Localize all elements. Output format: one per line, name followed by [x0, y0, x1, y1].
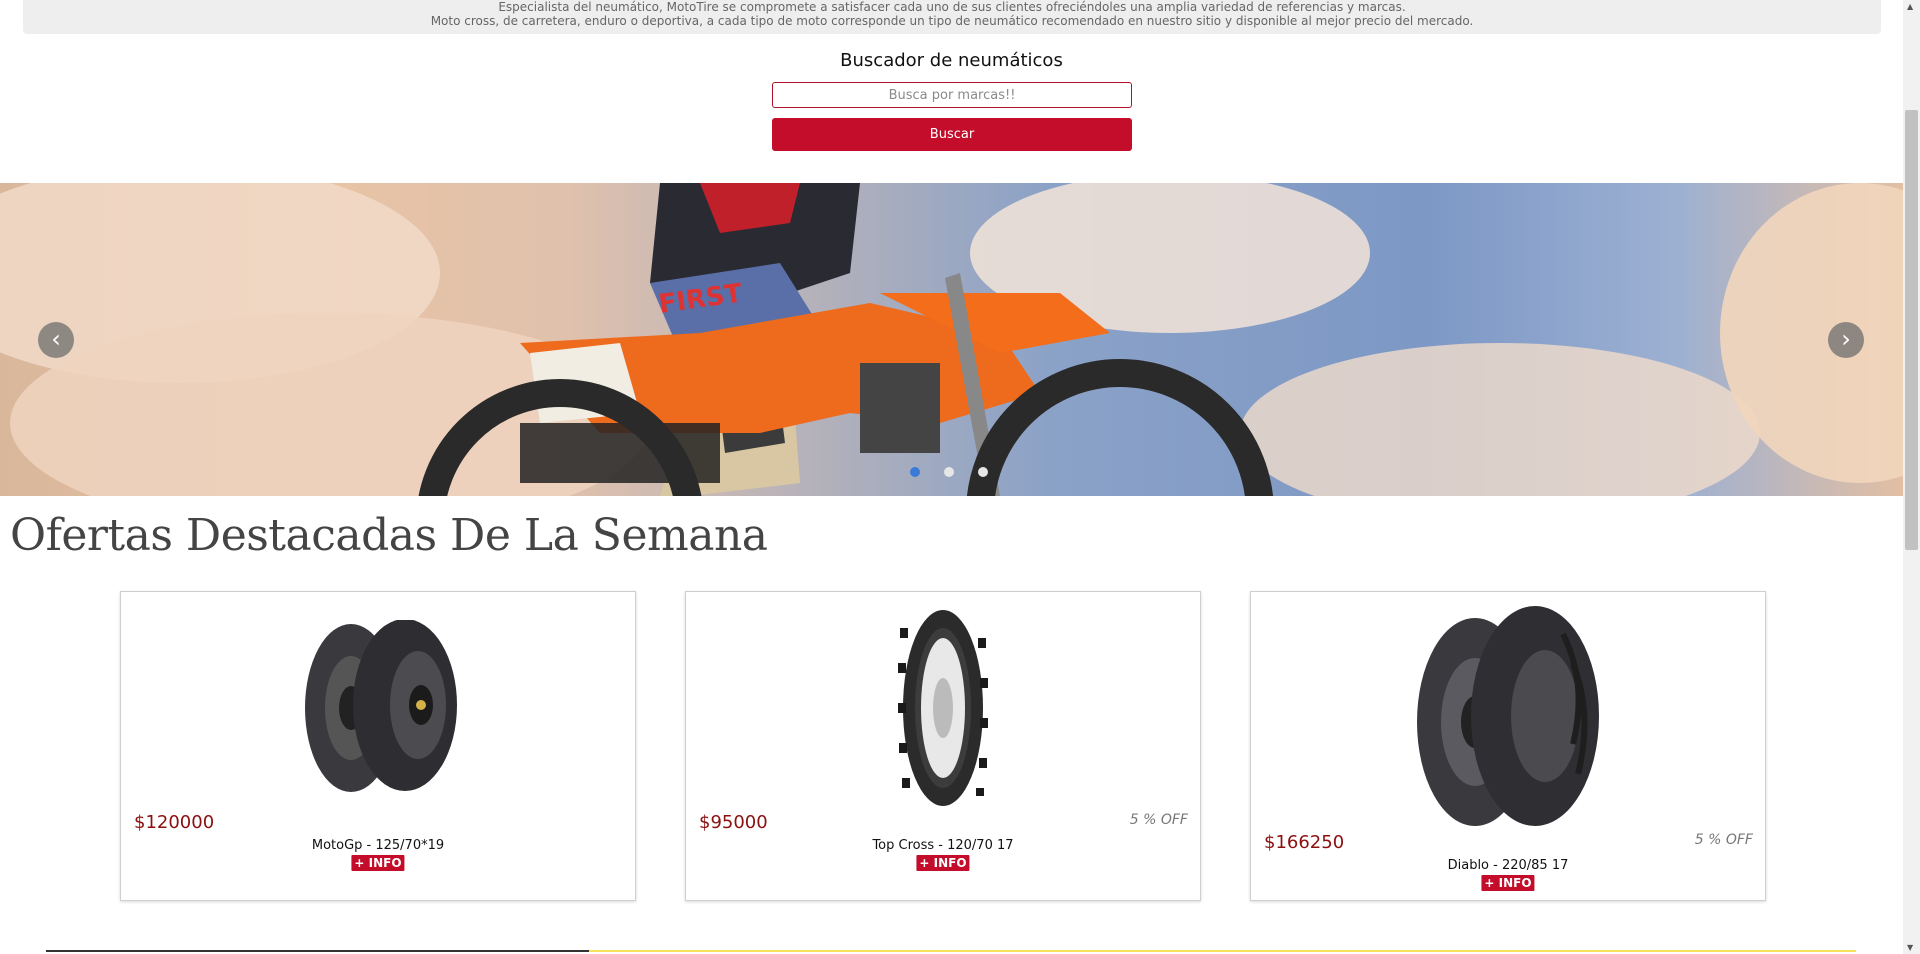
- product-image[interactable]: [121, 620, 635, 795]
- product-name: Diablo - 220/85 17: [1447, 858, 1569, 873]
- product-discount: 5 % OFF: [1694, 832, 1753, 848]
- product-card: $166250 5 % OFF Diablo - 220/85 17 + INF…: [1250, 591, 1766, 901]
- tire-image-icon: [1417, 606, 1599, 826]
- product-image[interactable]: [1251, 604, 1765, 829]
- product-discount: 5 % OFF: [1129, 812, 1188, 828]
- tire-image-icon: [305, 620, 457, 792]
- search-title: Buscador de neumáticos: [840, 50, 1063, 71]
- product-info-button[interactable]: + INFO: [916, 855, 970, 871]
- carousel-prev-button[interactable]: ‹: [38, 322, 74, 358]
- product-price: $166250: [1264, 832, 1345, 853]
- carousel-indicators: [910, 467, 988, 477]
- scroll-up-arrow-icon[interactable]: ▲: [1907, 2, 1913, 11]
- product-price: $95000: [699, 812, 768, 833]
- product-price: $120000: [134, 812, 215, 833]
- hero-carousel: FIRST ‹ ›: [0, 183, 1903, 496]
- carousel-indicator-2[interactable]: [944, 467, 954, 477]
- scrollbar-thumb[interactable]: [1905, 110, 1918, 550]
- search-button[interactable]: Buscar: [772, 118, 1132, 151]
- carousel-indicator-1[interactable]: [910, 467, 920, 477]
- intro-banner: Especialista del neumático, MotoTire se …: [23, 0, 1881, 34]
- intro-text-line1: Especialista del neumático, MotoTire se …: [498, 0, 1406, 14]
- carousel-next-button[interactable]: ›: [1828, 322, 1864, 358]
- carousel-indicator-3[interactable]: [978, 467, 988, 477]
- product-card: $95000 5 % OFF Top Cross - 120/70 17 + I…: [685, 591, 1201, 901]
- product-image[interactable]: [686, 608, 1200, 808]
- product-name: MotoGp - 125/70*19: [311, 838, 445, 853]
- product-name: Top Cross - 120/70 17: [872, 838, 1014, 853]
- product-info-button[interactable]: + INFO: [351, 855, 405, 871]
- search-input[interactable]: [772, 82, 1132, 108]
- product-card: $120000 MotoGp - 125/70*19 + INFO: [120, 591, 636, 901]
- product-info-button[interactable]: + INFO: [1481, 875, 1535, 891]
- intro-text-line2: Moto cross, de carretera, enduro o depor…: [430, 14, 1474, 28]
- tire-image-icon: [898, 610, 988, 806]
- vertical-scrollbar[interactable]: ▲ ▼: [1903, 0, 1920, 954]
- footer-divider: [46, 950, 1856, 952]
- page: Especialista del neumático, MotoTire se …: [0, 0, 1903, 954]
- section-title: Ofertas Destacadas De La Semana: [10, 510, 768, 561]
- carousel-slide-image: FIRST: [0, 183, 1903, 496]
- scroll-down-arrow-icon[interactable]: ▼: [1907, 943, 1913, 952]
